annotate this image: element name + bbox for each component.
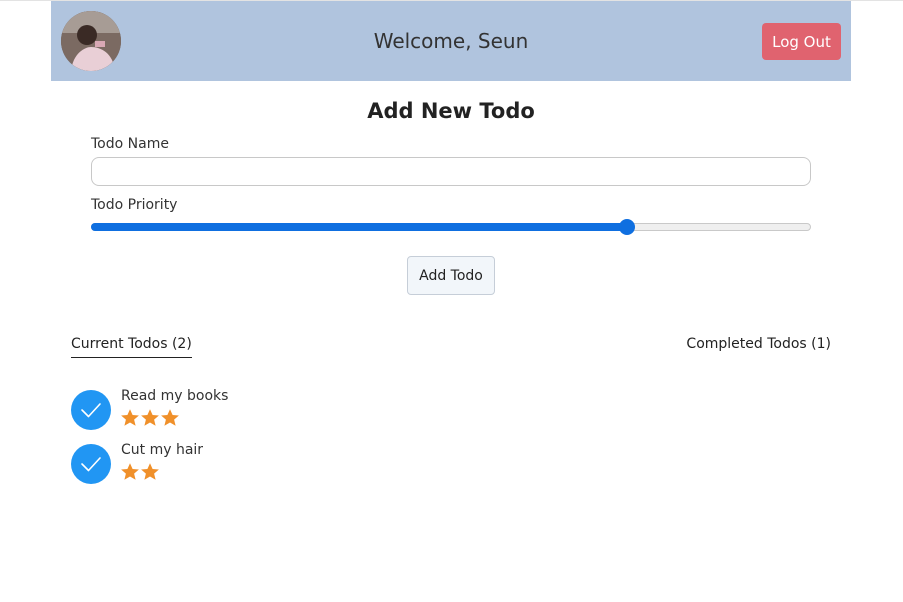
todo-priority-label: Todo Priority bbox=[91, 197, 178, 213]
complete-todo-button[interactable] bbox=[71, 444, 111, 484]
todo-name-label: Todo Name bbox=[91, 136, 169, 152]
add-todo-button[interactable]: Add Todo bbox=[407, 256, 495, 295]
priority-stars bbox=[120, 462, 160, 482]
tab-completed-todos[interactable]: Completed Todos (1) bbox=[686, 336, 831, 357]
logout-button[interactable]: Log Out bbox=[762, 23, 841, 60]
star-icon bbox=[141, 463, 159, 480]
star-icon bbox=[141, 409, 159, 426]
priority-stars bbox=[120, 408, 180, 428]
priority-slider-fill bbox=[91, 223, 628, 231]
star-icon bbox=[121, 409, 139, 426]
todo-name-input[interactable] bbox=[91, 157, 811, 186]
app-header: Welcome, Seun Log Out bbox=[51, 1, 851, 81]
star-icon bbox=[121, 463, 139, 480]
check-icon bbox=[81, 457, 101, 472]
avatar-photo-icon bbox=[61, 11, 121, 71]
star-icon bbox=[161, 409, 179, 426]
todo-name: Read my books bbox=[121, 388, 229, 404]
complete-todo-button[interactable] bbox=[71, 390, 111, 430]
welcome-message: Welcome, Seun bbox=[373, 29, 529, 53]
todo-item: Cut my hair bbox=[71, 442, 371, 488]
tab-current-todos[interactable]: Current Todos (2) bbox=[71, 336, 192, 358]
todo-name: Cut my hair bbox=[121, 442, 204, 458]
avatar[interactable] bbox=[61, 11, 121, 71]
todo-item: Read my books bbox=[71, 388, 371, 434]
check-icon bbox=[81, 403, 101, 418]
priority-slider-thumb[interactable] bbox=[619, 219, 636, 235]
form-title: Add New Todo bbox=[367, 99, 535, 123]
